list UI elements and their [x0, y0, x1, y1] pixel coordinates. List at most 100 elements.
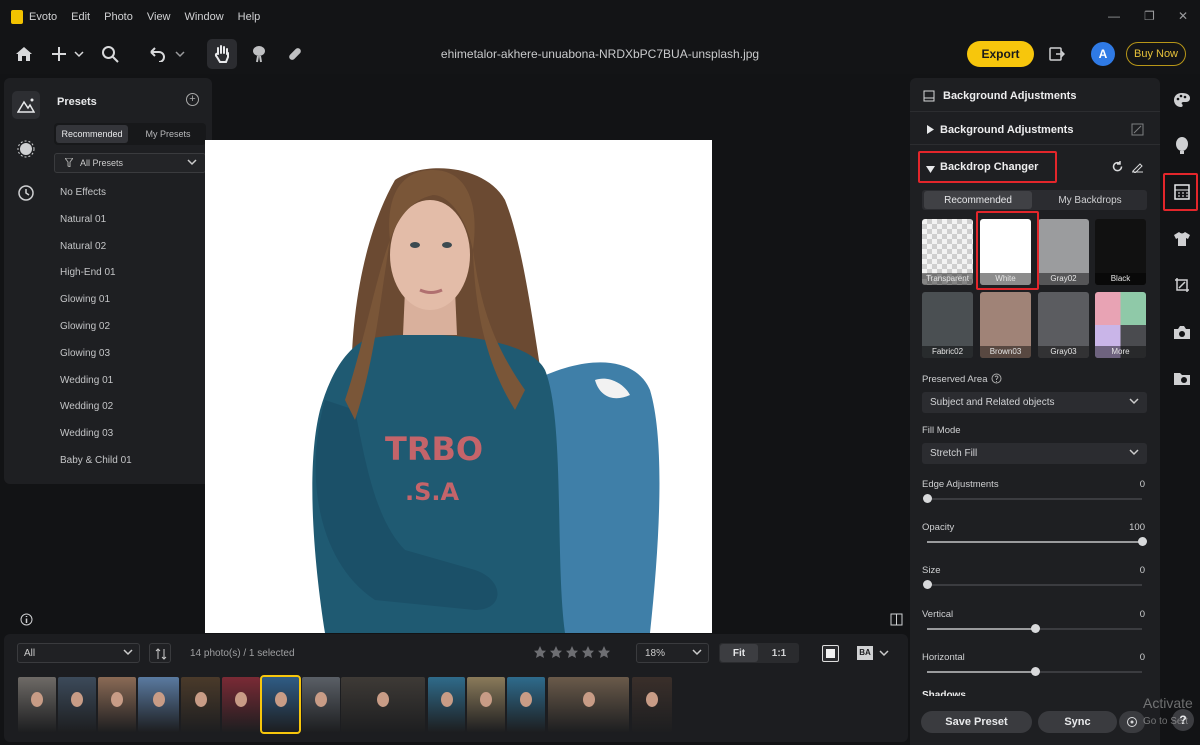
save-preset-button[interactable]: Save Preset: [921, 711, 1032, 733]
preset-item[interactable]: Wedding 03: [60, 428, 113, 439]
preset-item[interactable]: Wedding 02: [60, 401, 113, 412]
photo-thumbnail[interactable]: [341, 677, 425, 732]
star-icon[interactable]: [533, 645, 613, 659]
avatar[interactable]: A: [1091, 42, 1115, 66]
eraser-icon[interactable]: [1131, 160, 1144, 176]
face-retouch-icon[interactable]: [1170, 133, 1194, 157]
photo-thumbnail[interactable]: [632, 677, 672, 732]
preset-item[interactable]: Natural 02: [60, 241, 106, 252]
background-toggle-button[interactable]: [822, 645, 839, 662]
info-icon[interactable]: [20, 613, 33, 629]
photo-canvas[interactable]: TRBO .S.A: [205, 140, 712, 633]
fit-button[interactable]: Fit: [720, 644, 758, 662]
zoom-select[interactable]: 18%: [636, 643, 709, 663]
menu-help[interactable]: Help: [238, 11, 261, 23]
preserved-area-select[interactable]: Subject and Related objects: [922, 392, 1147, 413]
tab-recommended[interactable]: Recommended: [56, 125, 128, 143]
photo-thumbnail[interactable]: [58, 677, 96, 732]
section-background-adjustments[interactable]: Background Adjustments: [940, 124, 1073, 136]
photo-thumbnail[interactable]: [222, 677, 260, 732]
before-after-button[interactable]: BA: [857, 646, 873, 660]
photo-thumbnail[interactable]: [428, 677, 465, 732]
restore-icon[interactable]: ❐: [1144, 9, 1155, 23]
chevron-down-icon[interactable]: [879, 648, 889, 661]
bandage-icon[interactable]: [284, 34, 306, 74]
folder-view-icon[interactable]: [1170, 366, 1194, 390]
slider-track[interactable]: [927, 624, 1142, 633]
backdrop-swatch[interactable]: Gray02: [1038, 219, 1089, 285]
sync-settings-button[interactable]: [1119, 711, 1145, 733]
tab-my-presets[interactable]: My Presets: [132, 125, 204, 143]
palette-icon[interactable]: [1170, 88, 1194, 112]
preset-filter-select[interactable]: All Presets: [54, 153, 206, 173]
retouch-brush-icon[interactable]: [248, 34, 270, 74]
slider-knob[interactable]: [1030, 624, 1040, 633]
tab-my-backdrops[interactable]: My Backdrops: [1036, 191, 1144, 209]
hand-tool-icon[interactable]: [207, 39, 237, 69]
undo-button[interactable]: [146, 34, 188, 74]
filter-effects-icon[interactable]: [12, 135, 40, 163]
photo-thumbnail[interactable]: [548, 677, 629, 732]
fill-mode-select[interactable]: Stretch Fill: [922, 443, 1147, 464]
export-button[interactable]: Export: [967, 41, 1034, 67]
rating-stars[interactable]: [533, 645, 613, 662]
backdrop-swatch[interactable]: More: [1095, 292, 1146, 358]
backdrop-swatch[interactable]: Brown03: [980, 292, 1031, 358]
photo-thumbnail[interactable]: [507, 677, 545, 732]
slider-knob[interactable]: [923, 494, 932, 503]
slider-track[interactable]: [923, 494, 1142, 503]
slider-track[interactable]: [927, 537, 1147, 546]
menu-photo[interactable]: Photo: [104, 11, 133, 23]
backdrop-swatch[interactable]: Fabric02: [922, 292, 973, 358]
preset-item[interactable]: No Effects: [60, 187, 106, 198]
menu-window[interactable]: Window: [185, 11, 224, 23]
menu-edit[interactable]: Edit: [71, 11, 90, 23]
tab-recommended-backdrops[interactable]: Recommended: [924, 191, 1032, 209]
preset-item[interactable]: Glowing 01: [60, 294, 110, 305]
reset-icon[interactable]: [1111, 160, 1124, 176]
clothing-icon[interactable]: [1170, 227, 1194, 251]
backdrop-swatch[interactable]: Transparent: [922, 219, 973, 285]
preset-item[interactable]: Natural 01: [60, 214, 106, 225]
photo-filter-select[interactable]: All: [17, 643, 140, 663]
share-panel-icon[interactable]: [1046, 34, 1068, 74]
photo-thumbnail[interactable]: [98, 677, 136, 732]
slider-track[interactable]: [923, 580, 1142, 589]
buy-now-button[interactable]: Buy Now: [1126, 42, 1186, 66]
photo-thumbnail[interactable]: [138, 677, 179, 732]
close-icon[interactable]: ✕: [1178, 9, 1188, 23]
photo-thumbnail[interactable]: [467, 677, 505, 732]
caret-right-icon[interactable]: [927, 125, 934, 137]
slider-knob[interactable]: [1030, 667, 1040, 676]
slider-track[interactable]: [927, 667, 1142, 676]
slider-knob[interactable]: [923, 580, 932, 589]
help-circle-icon[interactable]: [991, 373, 1002, 387]
eraser-icon[interactable]: [1131, 123, 1144, 139]
presets-icon[interactable]: [12, 91, 40, 119]
photo-thumbnail[interactable]: [18, 677, 56, 732]
preset-item[interactable]: Glowing 02: [60, 321, 110, 332]
photo-thumbnail[interactable]: [302, 677, 340, 732]
menu-view[interactable]: View: [147, 11, 171, 23]
slider-knob[interactable]: [1138, 537, 1147, 546]
app-name[interactable]: Evoto: [29, 11, 57, 23]
crop-icon[interactable]: [1170, 273, 1194, 297]
camera-icon[interactable]: [1170, 320, 1194, 344]
preset-item[interactable]: Glowing 03: [60, 348, 110, 359]
sort-button[interactable]: [149, 643, 171, 663]
history-icon[interactable]: [12, 179, 40, 207]
compare-layout-icon[interactable]: [890, 613, 903, 629]
add-preset-icon[interactable]: +: [186, 93, 199, 106]
preset-item[interactable]: High-End 01: [60, 267, 116, 278]
home-icon[interactable]: [12, 34, 36, 74]
photo-thumbnail[interactable]: [181, 677, 220, 732]
backdrop-swatch[interactable]: Black: [1095, 219, 1146, 285]
preset-item[interactable]: Baby & Child 01: [60, 455, 132, 466]
search-icon[interactable]: [98, 34, 122, 74]
preset-item[interactable]: Wedding 01: [60, 375, 113, 386]
minimize-icon[interactable]: —: [1108, 9, 1120, 23]
photo-thumbnail[interactable]: [260, 675, 301, 734]
sync-button[interactable]: Sync: [1038, 711, 1117, 733]
add-photo-button[interactable]: [50, 34, 86, 74]
one-to-one-button[interactable]: 1:1: [760, 644, 798, 662]
